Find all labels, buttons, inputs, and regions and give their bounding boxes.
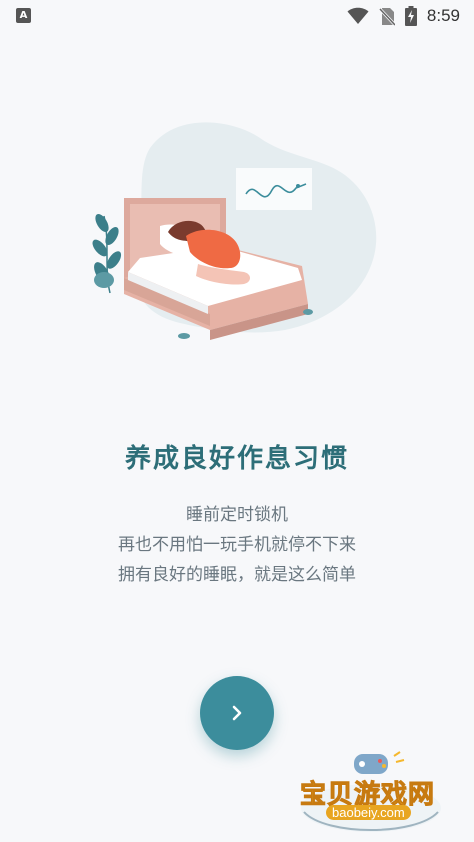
watermark-logo: 宝贝游戏网 baobeiy.com [296,748,446,838]
description-line: 再也不用怕一玩手机就停不下来 [118,535,356,555]
onboarding-title: 养成良好作息习惯 [124,444,349,474]
chevron-right-icon [232,705,242,721]
notification-a-icon: A [16,8,31,23]
wifi-icon [347,7,369,24]
status-time: 8:59 [426,6,460,25]
next-button[interactable] [200,676,274,750]
description-line: 拥有良好的睡眠，就是这么简单 [118,565,356,585]
description-line: 睡前定时锁机 [186,505,288,525]
status-bar: A 8:59 [0,0,474,32]
status-icons: 8:59 [347,5,460,27]
onboarding-description: 睡前定时锁机 再也不用怕一玩手机就停不下来 拥有良好的睡眠，就是这么简单 [0,500,474,590]
watermark-url: baobeiy.com [326,805,411,820]
no-sim-icon [378,7,395,26]
battery-charging-icon [404,6,417,26]
sleeping-person-illustration [92,122,377,340]
